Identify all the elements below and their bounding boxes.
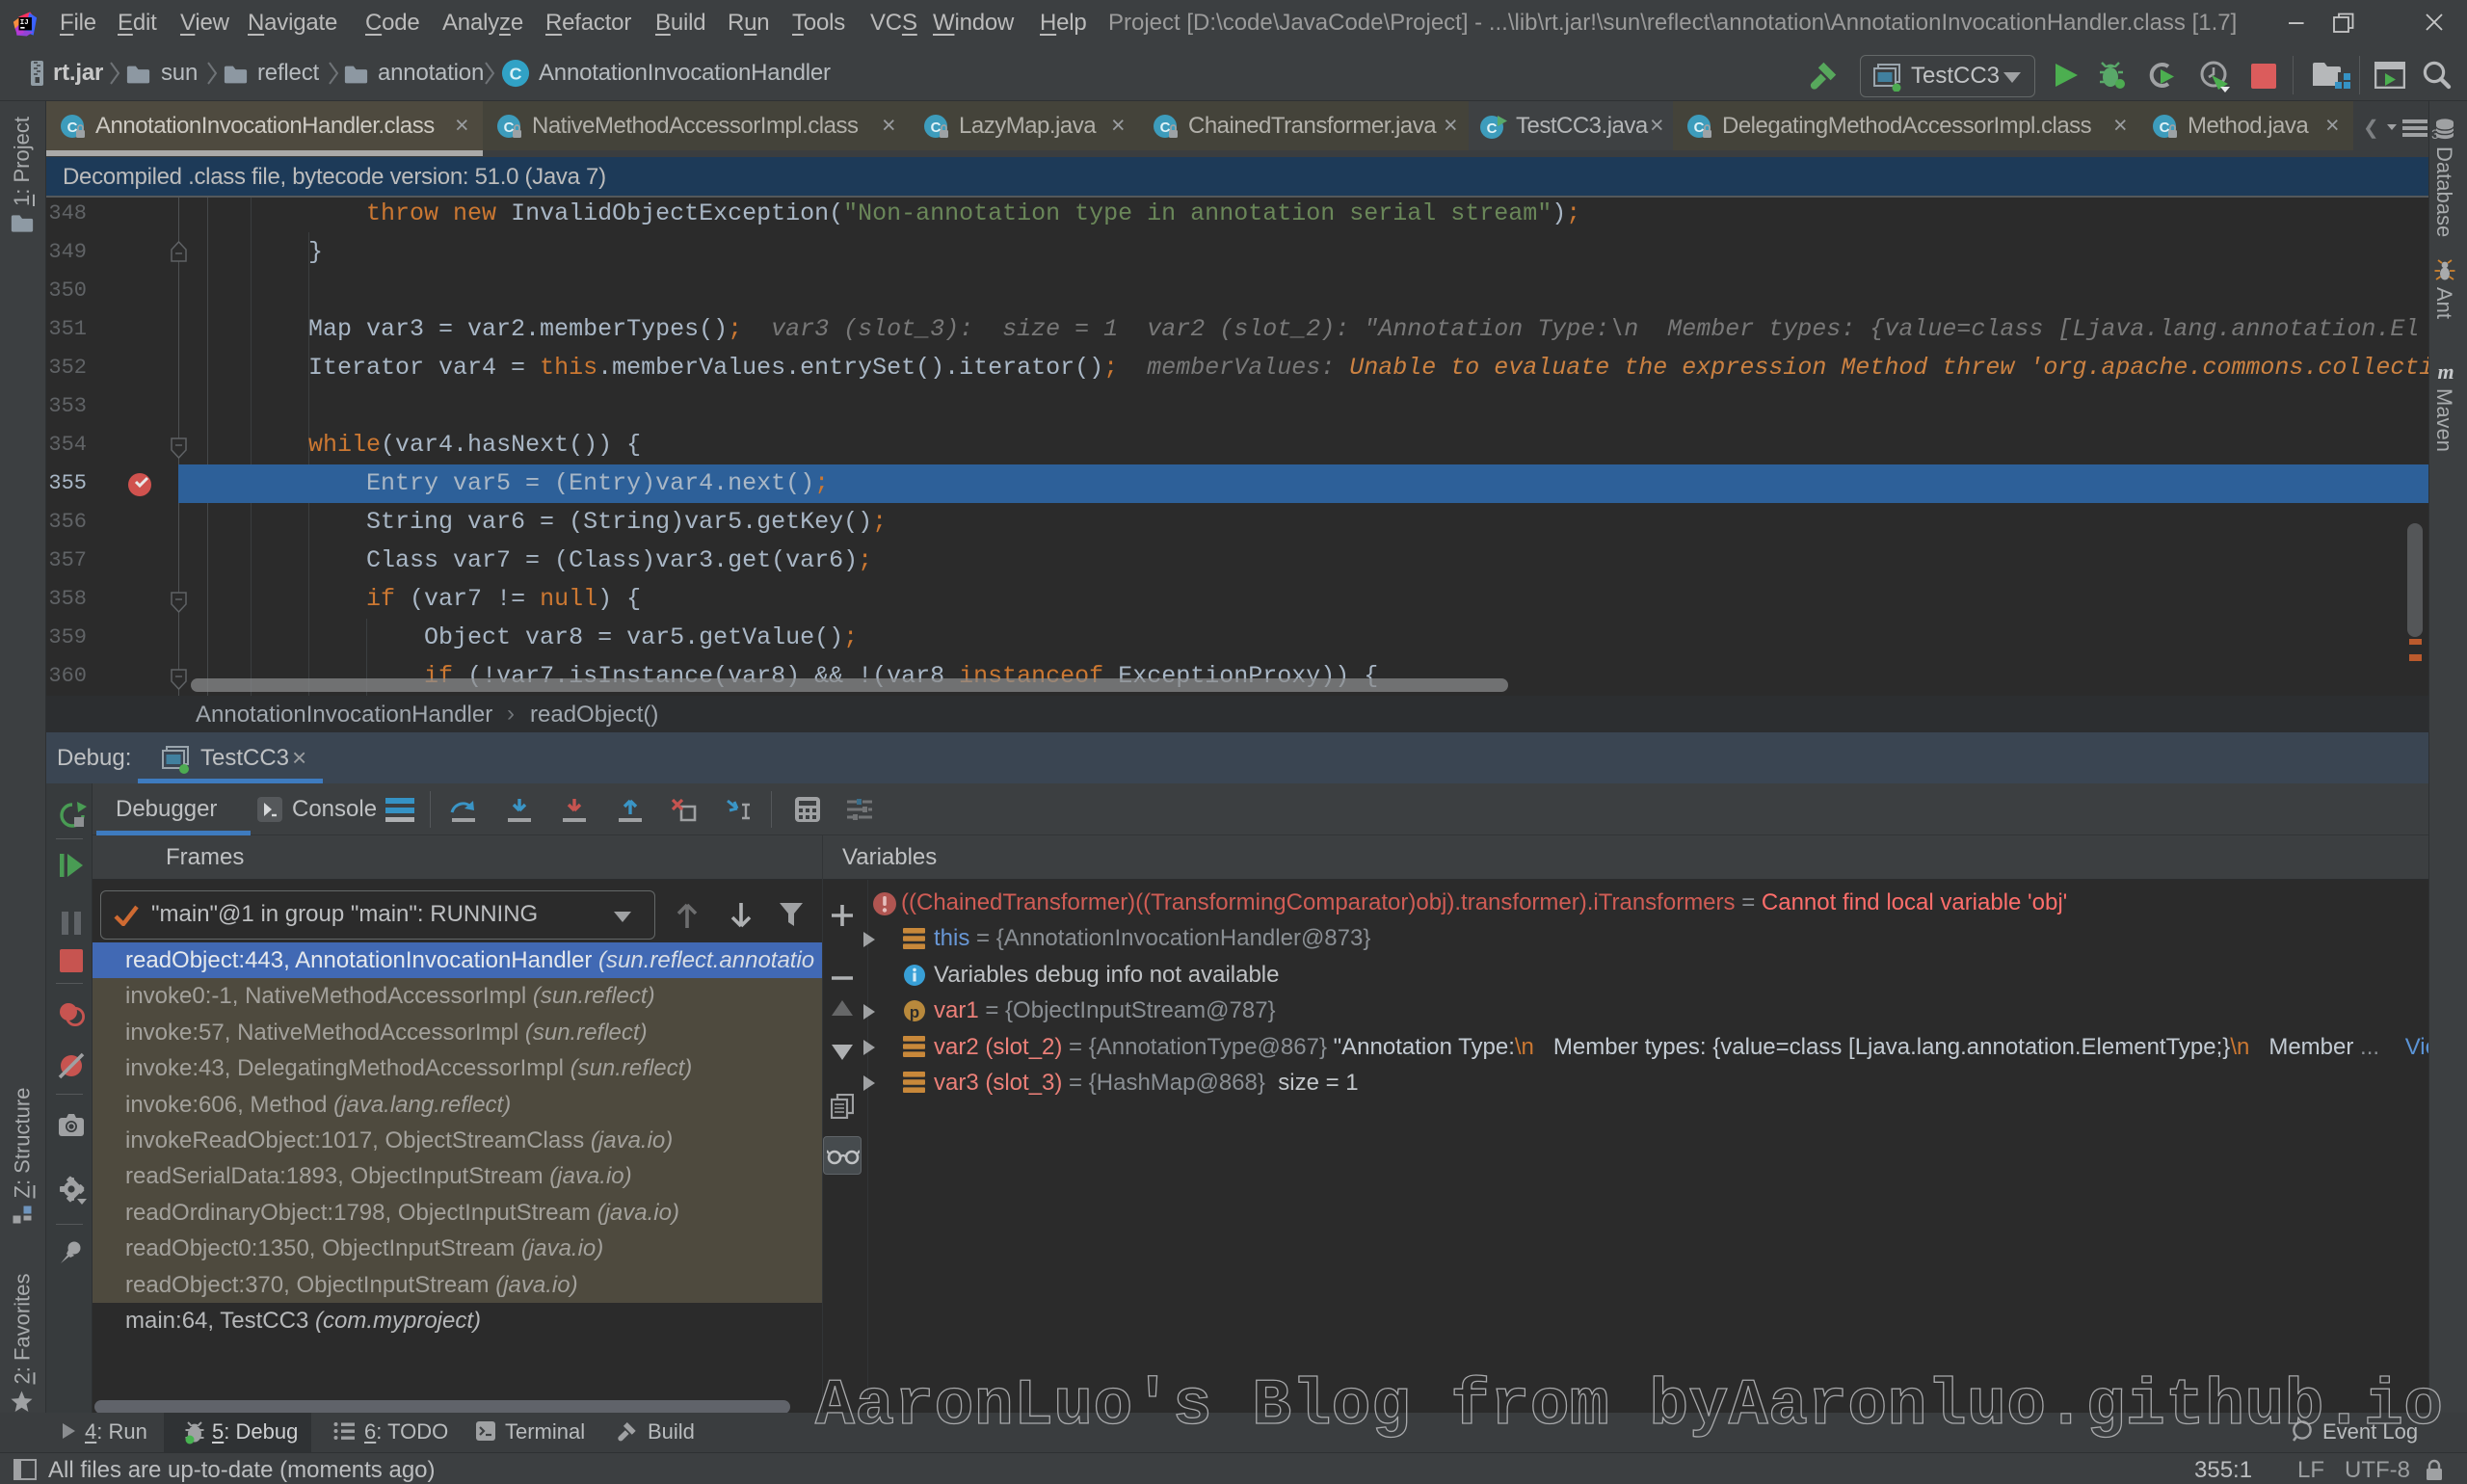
svg-text:C: C: [67, 119, 78, 136]
svg-text:p: p: [910, 1003, 919, 1021]
svg-text:C: C: [1160, 119, 1171, 136]
svg-text:C: C: [510, 65, 522, 84]
svg-text:C: C: [1487, 120, 1498, 137]
svg-text:IJ: IJ: [20, 19, 29, 27]
svg-text:C: C: [1694, 119, 1705, 136]
svg-text:m: m: [2437, 361, 2454, 383]
svg-text:C: C: [931, 119, 942, 136]
svg-text:C: C: [504, 119, 515, 136]
svg-text:C: C: [2160, 119, 2170, 136]
